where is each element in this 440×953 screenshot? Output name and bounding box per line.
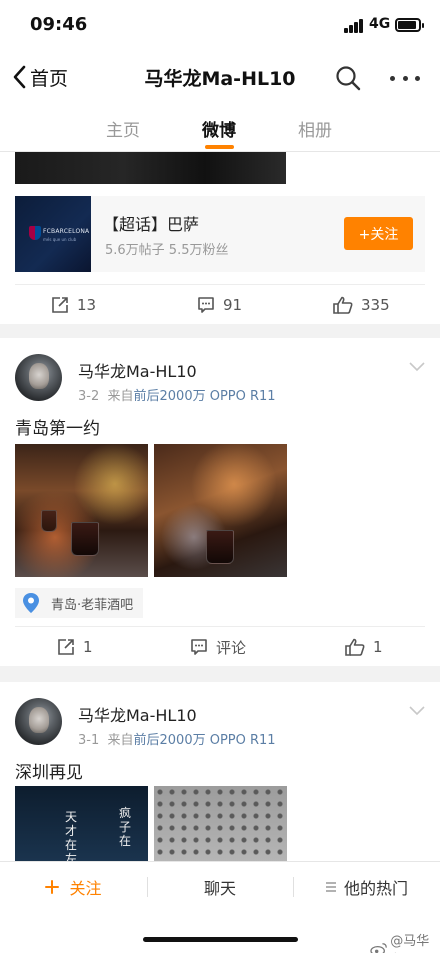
repost-button[interactable]: 13 bbox=[51, 285, 96, 325]
watermark: @马华龙 bbox=[370, 930, 440, 953]
post-username[interactable]: 马华龙Ma-HL10 bbox=[78, 358, 197, 382]
topic-thumbnail: FCBARCELONA més que un club bbox=[15, 196, 91, 272]
post-card: 马华龙Ma-HL10 3-2 来自前后2000万 OPPO R11 青岛第一约 … bbox=[0, 338, 440, 666]
calligraphy-text: 疯子在 bbox=[119, 806, 132, 848]
back-button[interactable]: 首页 bbox=[12, 62, 68, 92]
super-topic-card[interactable]: FCBARCELONA més que un club 【超话】巴萨 5.6万帖… bbox=[15, 196, 425, 272]
active-tab-indicator bbox=[205, 145, 234, 149]
follow-topic-button[interactable]: +关注 bbox=[344, 217, 413, 250]
status-bar: 09:46 4G bbox=[0, 0, 440, 50]
chat-label: 聊天 bbox=[203, 879, 236, 898]
image-grid: 天才在左 疯子在 bbox=[15, 786, 287, 861]
repost-button[interactable]: 1 bbox=[57, 627, 93, 667]
thumbnail-subtext: més que un club bbox=[43, 237, 77, 242]
hot-posts-button[interactable]: 他的热门 bbox=[293, 862, 440, 912]
tab-weibo[interactable]: 微博 bbox=[202, 116, 236, 141]
post-image[interactable] bbox=[154, 786, 287, 861]
topic-stats: 5.6万帖子 5.5万粉丝 bbox=[105, 243, 229, 258]
post-date: 3-1 bbox=[78, 733, 100, 748]
avatar[interactable] bbox=[15, 698, 62, 745]
image-grid bbox=[15, 444, 287, 577]
watermark-text: @马华龙 bbox=[390, 934, 430, 949]
feed[interactable]: FCBARCELONA més que un club 【超话】巴萨 5.6万帖… bbox=[0, 152, 440, 861]
topic-name: 【超话】巴萨 bbox=[103, 215, 200, 234]
post-date: 3-2 bbox=[78, 389, 100, 404]
post-via: 来自 bbox=[107, 733, 134, 748]
thumbs-up-icon bbox=[345, 638, 365, 656]
follow-label: 关注 bbox=[69, 879, 102, 898]
repost-icon bbox=[58, 639, 74, 655]
more-icon[interactable] bbox=[390, 64, 420, 92]
post-card: 马华龙Ma-HL10 3-1 来自前后2000万 OPPO R11 深圳再见 天… bbox=[0, 682, 440, 861]
location-pin-icon bbox=[23, 593, 39, 613]
repost-count: 13 bbox=[77, 296, 97, 314]
chat-button[interactable]: 聊天 bbox=[147, 862, 293, 912]
chevron-down-icon[interactable] bbox=[409, 362, 425, 372]
location-tag[interactable]: 青岛·老菲酒吧 bbox=[15, 588, 144, 618]
follow-user-button[interactable]: 关注 bbox=[0, 862, 147, 912]
like-button[interactable]: 335 bbox=[333, 285, 390, 325]
calligraphy-text: 天才在左 bbox=[65, 810, 78, 861]
like-count: 335 bbox=[361, 296, 390, 314]
post-image[interactable] bbox=[15, 444, 148, 577]
post-actions: 1 评论 1 bbox=[15, 626, 425, 666]
plus-icon bbox=[45, 880, 60, 894]
comment-label: 评论 bbox=[216, 638, 247, 657]
tab-album[interactable]: 相册 bbox=[298, 116, 332, 141]
location-name: 青岛·老菲酒吧 bbox=[51, 597, 134, 613]
comment-count: 91 bbox=[223, 296, 243, 314]
post-meta: 3-2 来自前后2000万 OPPO R11 bbox=[78, 385, 276, 404]
post-text: 深圳再见 bbox=[15, 763, 83, 783]
comment-icon bbox=[191, 639, 207, 655]
signal-icon bbox=[344, 19, 364, 33]
repost-icon bbox=[52, 297, 68, 313]
back-label: 首页 bbox=[30, 67, 69, 90]
repost-count: 1 bbox=[83, 638, 93, 656]
post-image[interactable]: 天才在左 疯子在 bbox=[15, 786, 148, 861]
list-icon bbox=[325, 882, 336, 892]
post-actions: 13 91 335 bbox=[15, 284, 425, 324]
home-indicator[interactable] bbox=[143, 937, 298, 942]
comment-button[interactable]: 91 bbox=[197, 285, 242, 325]
post-source[interactable]: 前后2000万 OPPO R11 bbox=[134, 389, 276, 404]
post-username[interactable]: 马华龙Ma-HL10 bbox=[78, 702, 197, 726]
comment-button[interactable]: 评论 bbox=[190, 627, 246, 667]
tab-home[interactable]: 主页 bbox=[106, 116, 140, 141]
post-source[interactable]: 前后2000万 OPPO R11 bbox=[134, 733, 276, 748]
thumbs-up-icon bbox=[333, 296, 353, 314]
post-image[interactable] bbox=[15, 152, 286, 184]
comment-icon bbox=[198, 297, 214, 313]
chevron-down-icon[interactable] bbox=[409, 706, 425, 716]
post-image[interactable] bbox=[154, 444, 287, 577]
post-via: 来自 bbox=[107, 389, 134, 404]
bottom-action-bar: 关注 聊天 他的热门 @马华龙 bbox=[0, 861, 440, 953]
post-text: 青岛第一约 bbox=[15, 419, 100, 439]
nav-bar: 首页 马华龙Ma-HL10 bbox=[0, 50, 440, 104]
network-type: 4G bbox=[369, 16, 391, 32]
like-button[interactable]: 1 bbox=[345, 627, 383, 667]
avatar[interactable] bbox=[15, 354, 62, 401]
weibo-logo-icon bbox=[370, 943, 387, 953]
search-icon[interactable] bbox=[334, 64, 362, 92]
barcelona-crest-icon bbox=[29, 226, 41, 240]
battery-icon bbox=[395, 18, 424, 32]
like-count: 1 bbox=[373, 638, 383, 656]
hot-label: 他的热门 bbox=[343, 879, 408, 898]
thumbnail-text: FCBARCELONA bbox=[43, 228, 90, 235]
chevron-left-icon bbox=[13, 65, 26, 89]
post-card: FCBARCELONA més que un club 【超话】巴萨 5.6万帖… bbox=[0, 152, 440, 324]
post-meta: 3-1 来自前后2000万 OPPO R11 bbox=[78, 729, 276, 748]
status-time: 09:46 bbox=[30, 14, 88, 35]
